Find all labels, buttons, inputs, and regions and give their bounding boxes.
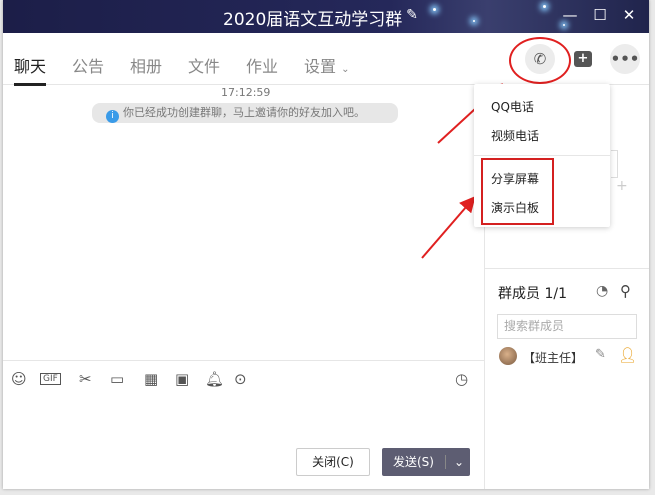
member-search-input[interactable]: 搜索群成员	[497, 314, 637, 339]
send-button[interactable]: 发送(S) ⌄	[382, 448, 470, 476]
more-tools-icon[interactable]: ⊙	[234, 370, 247, 388]
send-options-chevron-icon[interactable]: ⌄	[449, 448, 469, 476]
member-name[interactable]: 【班主任】	[523, 349, 583, 366]
annotation-arrows	[421, 83, 503, 259]
bell-icon[interactable]: 🔔︎	[205, 370, 224, 388]
owner-icon: 👤︎	[618, 346, 638, 364]
plus-icon: +	[616, 178, 628, 194]
history-clock-icon[interactable]: ◷	[455, 370, 468, 388]
image-icon[interactable]: ▣	[175, 370, 189, 388]
arrow-to-menu	[421, 195, 476, 259]
members-divider	[485, 268, 649, 269]
gif-icon[interactable]: GIF	[40, 373, 61, 385]
highlight-box	[481, 158, 554, 225]
chat-window: 2020届语文互动学习群 ✎ — ☐ ✕ 聊天 公告 相册 文件 作业 设置 ⌄…	[3, 0, 649, 489]
folder-icon[interactable]: ▭	[110, 370, 124, 388]
members-manage-icon[interactable]: ◔	[596, 283, 608, 299]
close-button[interactable]: 关闭(C)	[296, 448, 370, 476]
editor-divider	[3, 360, 484, 361]
menu-item-video-call[interactable]: 视频电话	[491, 127, 539, 144]
shake-window-icon[interactable]: ▦	[144, 370, 158, 388]
members-title: 群成员 1/1	[498, 286, 567, 302]
emoji-icon[interactable]: ☺	[11, 370, 27, 388]
menu-item-qq-call[interactable]: QQ电话	[491, 98, 534, 115]
edit-icon[interactable]: ✎	[595, 347, 606, 362]
search-icon[interactable]: ⚲	[620, 282, 631, 300]
screenshot-scissors-icon[interactable]: ✂	[79, 370, 92, 388]
send-label: 发送(S)	[393, 455, 434, 469]
panel-box	[611, 150, 618, 178]
avatar[interactable]	[499, 347, 517, 365]
